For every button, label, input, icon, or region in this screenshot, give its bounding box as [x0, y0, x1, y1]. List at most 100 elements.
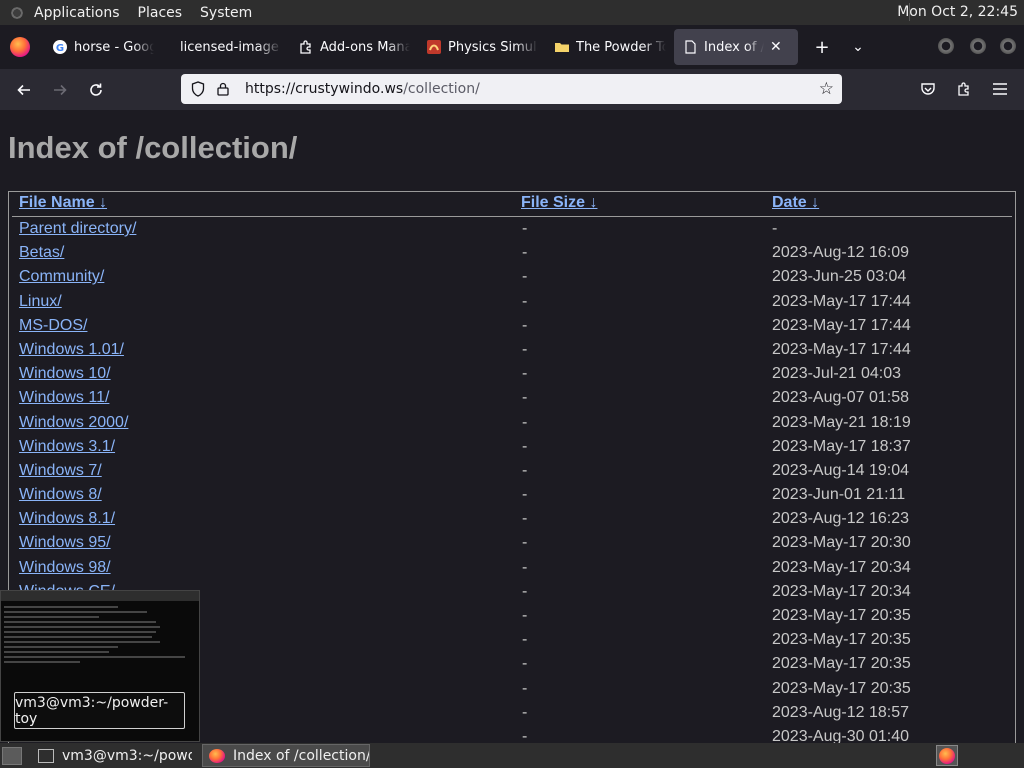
tab-the-powder-toy[interactable]: The Powder Toy [546, 29, 674, 65]
date-cell: 2023-Jul-21 04:03 [772, 365, 901, 383]
date-cell: 2023-Aug-07 01:58 [772, 389, 909, 407]
date-cell: 2023-May-17 17:44 [772, 316, 911, 334]
tab-label: Physics Simulator [448, 39, 538, 55]
google-icon: G [52, 39, 68, 55]
top-panel: Applications Places System Mon Oct 2, 22… [0, 0, 1024, 25]
table-header: File Name ↓ File Size ↓ Date ↓ [12, 192, 1012, 217]
date-cell: 2023-May-17 17:44 [772, 292, 911, 310]
file-size-cell: - [522, 558, 528, 576]
directory-link[interactable]: Betas/ [19, 244, 64, 262]
file-size-cell: - [522, 534, 528, 552]
table-row: Linux/ - 2023-May-17 17:44 [9, 290, 1015, 314]
directory-link[interactable]: Windows 8/ [19, 486, 102, 504]
file-size-cell: - [522, 413, 528, 431]
table-row: Windows 1.01/ - 2023-May-17 17:44 [9, 338, 1015, 362]
sort-by-file-size-link[interactable]: File Size ↓ [521, 194, 597, 212]
bottom-taskbar: vm3@vm3:~/powd… Index of /collection/… [0, 743, 1024, 768]
menu-system[interactable]: System [200, 5, 252, 21]
tab-label: Add-ons Manager [320, 39, 410, 55]
file-size-cell: - [522, 292, 528, 310]
directory-link[interactable]: Windows 7/ [19, 462, 102, 480]
directory-link[interactable]: Windows 95/ [19, 534, 111, 552]
new-tab-icon[interactable]: + [804, 37, 840, 58]
tab-addons-manager[interactable]: Add-ons Manager [290, 29, 418, 65]
close-tab-icon[interactable]: ✕ [770, 39, 782, 55]
tab-horse-google[interactable]: G horse - Google [44, 29, 162, 65]
date-cell: 2023-May-17 18:37 [772, 437, 911, 455]
file-size-cell: - [522, 679, 528, 697]
file-size-cell: - [522, 220, 528, 237]
date-cell: 2023-Aug-30 01:40 [772, 727, 909, 743]
terminal-preview-menubar [1, 591, 199, 601]
file-size-cell: - [522, 316, 528, 334]
directory-link[interactable]: Windows 1.01/ [19, 341, 124, 359]
powder-toy-icon [426, 39, 442, 55]
hamburger-menu-icon[interactable] [986, 75, 1014, 103]
date-cell: 2023-Aug-12 16:09 [772, 244, 909, 262]
url-text[interactable]: https://crustywindo.ws/collection/ [245, 81, 480, 97]
firefox-icon [209, 748, 225, 763]
directory-link[interactable]: Windows 8.1/ [19, 510, 115, 528]
puzzle-icon [298, 39, 314, 55]
distro-logo-icon[interactable] [8, 3, 26, 22]
date-cell: 2023-May-17 17:44 [772, 340, 911, 358]
date-cell: 2023-Jun-25 03:04 [772, 268, 907, 286]
tab-label: licensed-image (JPEG [180, 39, 282, 55]
directory-link[interactable]: Windows 98/ [19, 559, 111, 577]
directory-link[interactable]: Windows 2000/ [19, 414, 128, 432]
close-window-icon[interactable] [1000, 38, 1016, 54]
file-size-cell: - [522, 631, 528, 649]
navigation-toolbar: https://crustywindo.ws/collection/ ☆ [0, 69, 1024, 110]
file-size-cell: - [522, 244, 528, 262]
tab-index-of-collection[interactable]: Index of /collection/ ✕ [674, 29, 798, 65]
terminal-preview-output [4, 603, 194, 666]
forward-icon[interactable] [42, 75, 78, 105]
directory-link[interactable]: Parent directory/ [19, 220, 136, 238]
show-desktop-icon[interactable] [2, 746, 22, 765]
menu-places[interactable]: Places [138, 5, 183, 21]
taskbar-item-label: Index of /collection/… [233, 747, 370, 764]
tab-physics-simulator[interactable]: Physics Simulator [418, 29, 546, 65]
sort-by-date-link[interactable]: Date ↓ [772, 194, 819, 212]
back-icon[interactable] [6, 75, 42, 105]
tab-label: Index of /collection/ [704, 39, 764, 55]
taskbar-item-terminal[interactable]: vm3@vm3:~/powd… [32, 744, 192, 767]
lock-icon[interactable] [217, 82, 231, 96]
date-cell: 2023-May-17 20:35 [772, 679, 911, 697]
reload-icon[interactable] [78, 75, 114, 105]
directory-link[interactable]: Community/ [19, 268, 104, 286]
date-cell: 2023-May-17 20:30 [772, 534, 911, 552]
extensions-icon[interactable] [950, 75, 978, 103]
directory-link[interactable]: Windows 10/ [19, 365, 111, 383]
panel-clock[interactable]: Mon Oct 2, 22:45 [897, 4, 1018, 20]
taskbar-item-firefox[interactable]: Index of /collection/… [202, 744, 370, 767]
date-cell: 2023-May-17 20:34 [772, 582, 911, 600]
terminal-icon [38, 748, 54, 763]
minimize-window-icon[interactable] [938, 38, 954, 54]
directory-link[interactable]: MS-DOS/ [19, 317, 87, 335]
table-row: Windows 3.1/ - 2023-May-17 18:37 [9, 435, 1015, 459]
menu-applications[interactable]: Applications [34, 5, 120, 21]
list-all-tabs-icon[interactable]: ⌄ [840, 39, 876, 55]
firefox-view-icon[interactable] [10, 37, 30, 57]
directory-link[interactable]: Linux/ [19, 293, 62, 311]
table-row: Community/ - 2023-Jun-25 03:04 [9, 265, 1015, 289]
workspace-switcher[interactable] [936, 745, 958, 766]
maximize-window-icon[interactable] [970, 38, 986, 54]
file-size-cell: - [522, 607, 528, 624]
date-cell: 2023-Jun-01 21:11 [772, 486, 906, 504]
tab-licensed-image[interactable]: licensed-image (JPEG [162, 29, 290, 65]
url-bar[interactable]: https://crustywindo.ws/collection/ ☆ [181, 74, 842, 104]
table-row: Windows 2000/ - 2023-May-21 18:19 [9, 411, 1015, 435]
directory-link[interactable]: Windows 3.1/ [19, 438, 115, 456]
file-size-cell: - [522, 655, 528, 673]
date-cell: 2023-May-17 20:35 [772, 607, 911, 624]
tracking-protection-shield-icon[interactable] [191, 81, 205, 97]
url-path: /collection/ [403, 81, 480, 97]
directory-link[interactable]: Windows 11/ [19, 389, 109, 407]
table-row: Windows 95/ - 2023-May-17 20:30 [9, 531, 1015, 555]
bookmark-star-icon[interactable]: ☆ [819, 79, 834, 99]
sort-by-file-name-link[interactable]: File Name ↓ [19, 194, 107, 212]
file-size-cell: - [522, 461, 528, 479]
pocket-icon[interactable] [914, 75, 942, 103]
